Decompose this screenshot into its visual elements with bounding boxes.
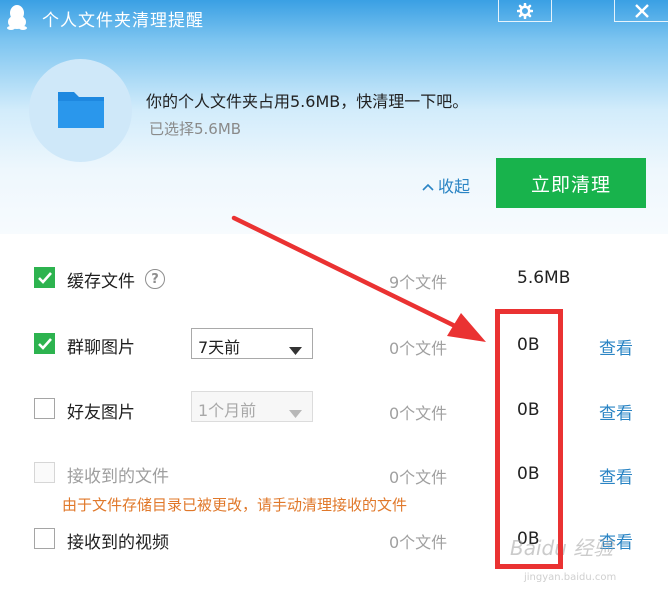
cleanup-dialog: 个人文件夹清理提醒 你的个人文件夹占用5.6MB，快清理一下吧。 已选择5.6M… — [0, 0, 668, 599]
annotation-arrow — [231, 215, 486, 342]
annotation-highlight-box — [495, 309, 563, 569]
